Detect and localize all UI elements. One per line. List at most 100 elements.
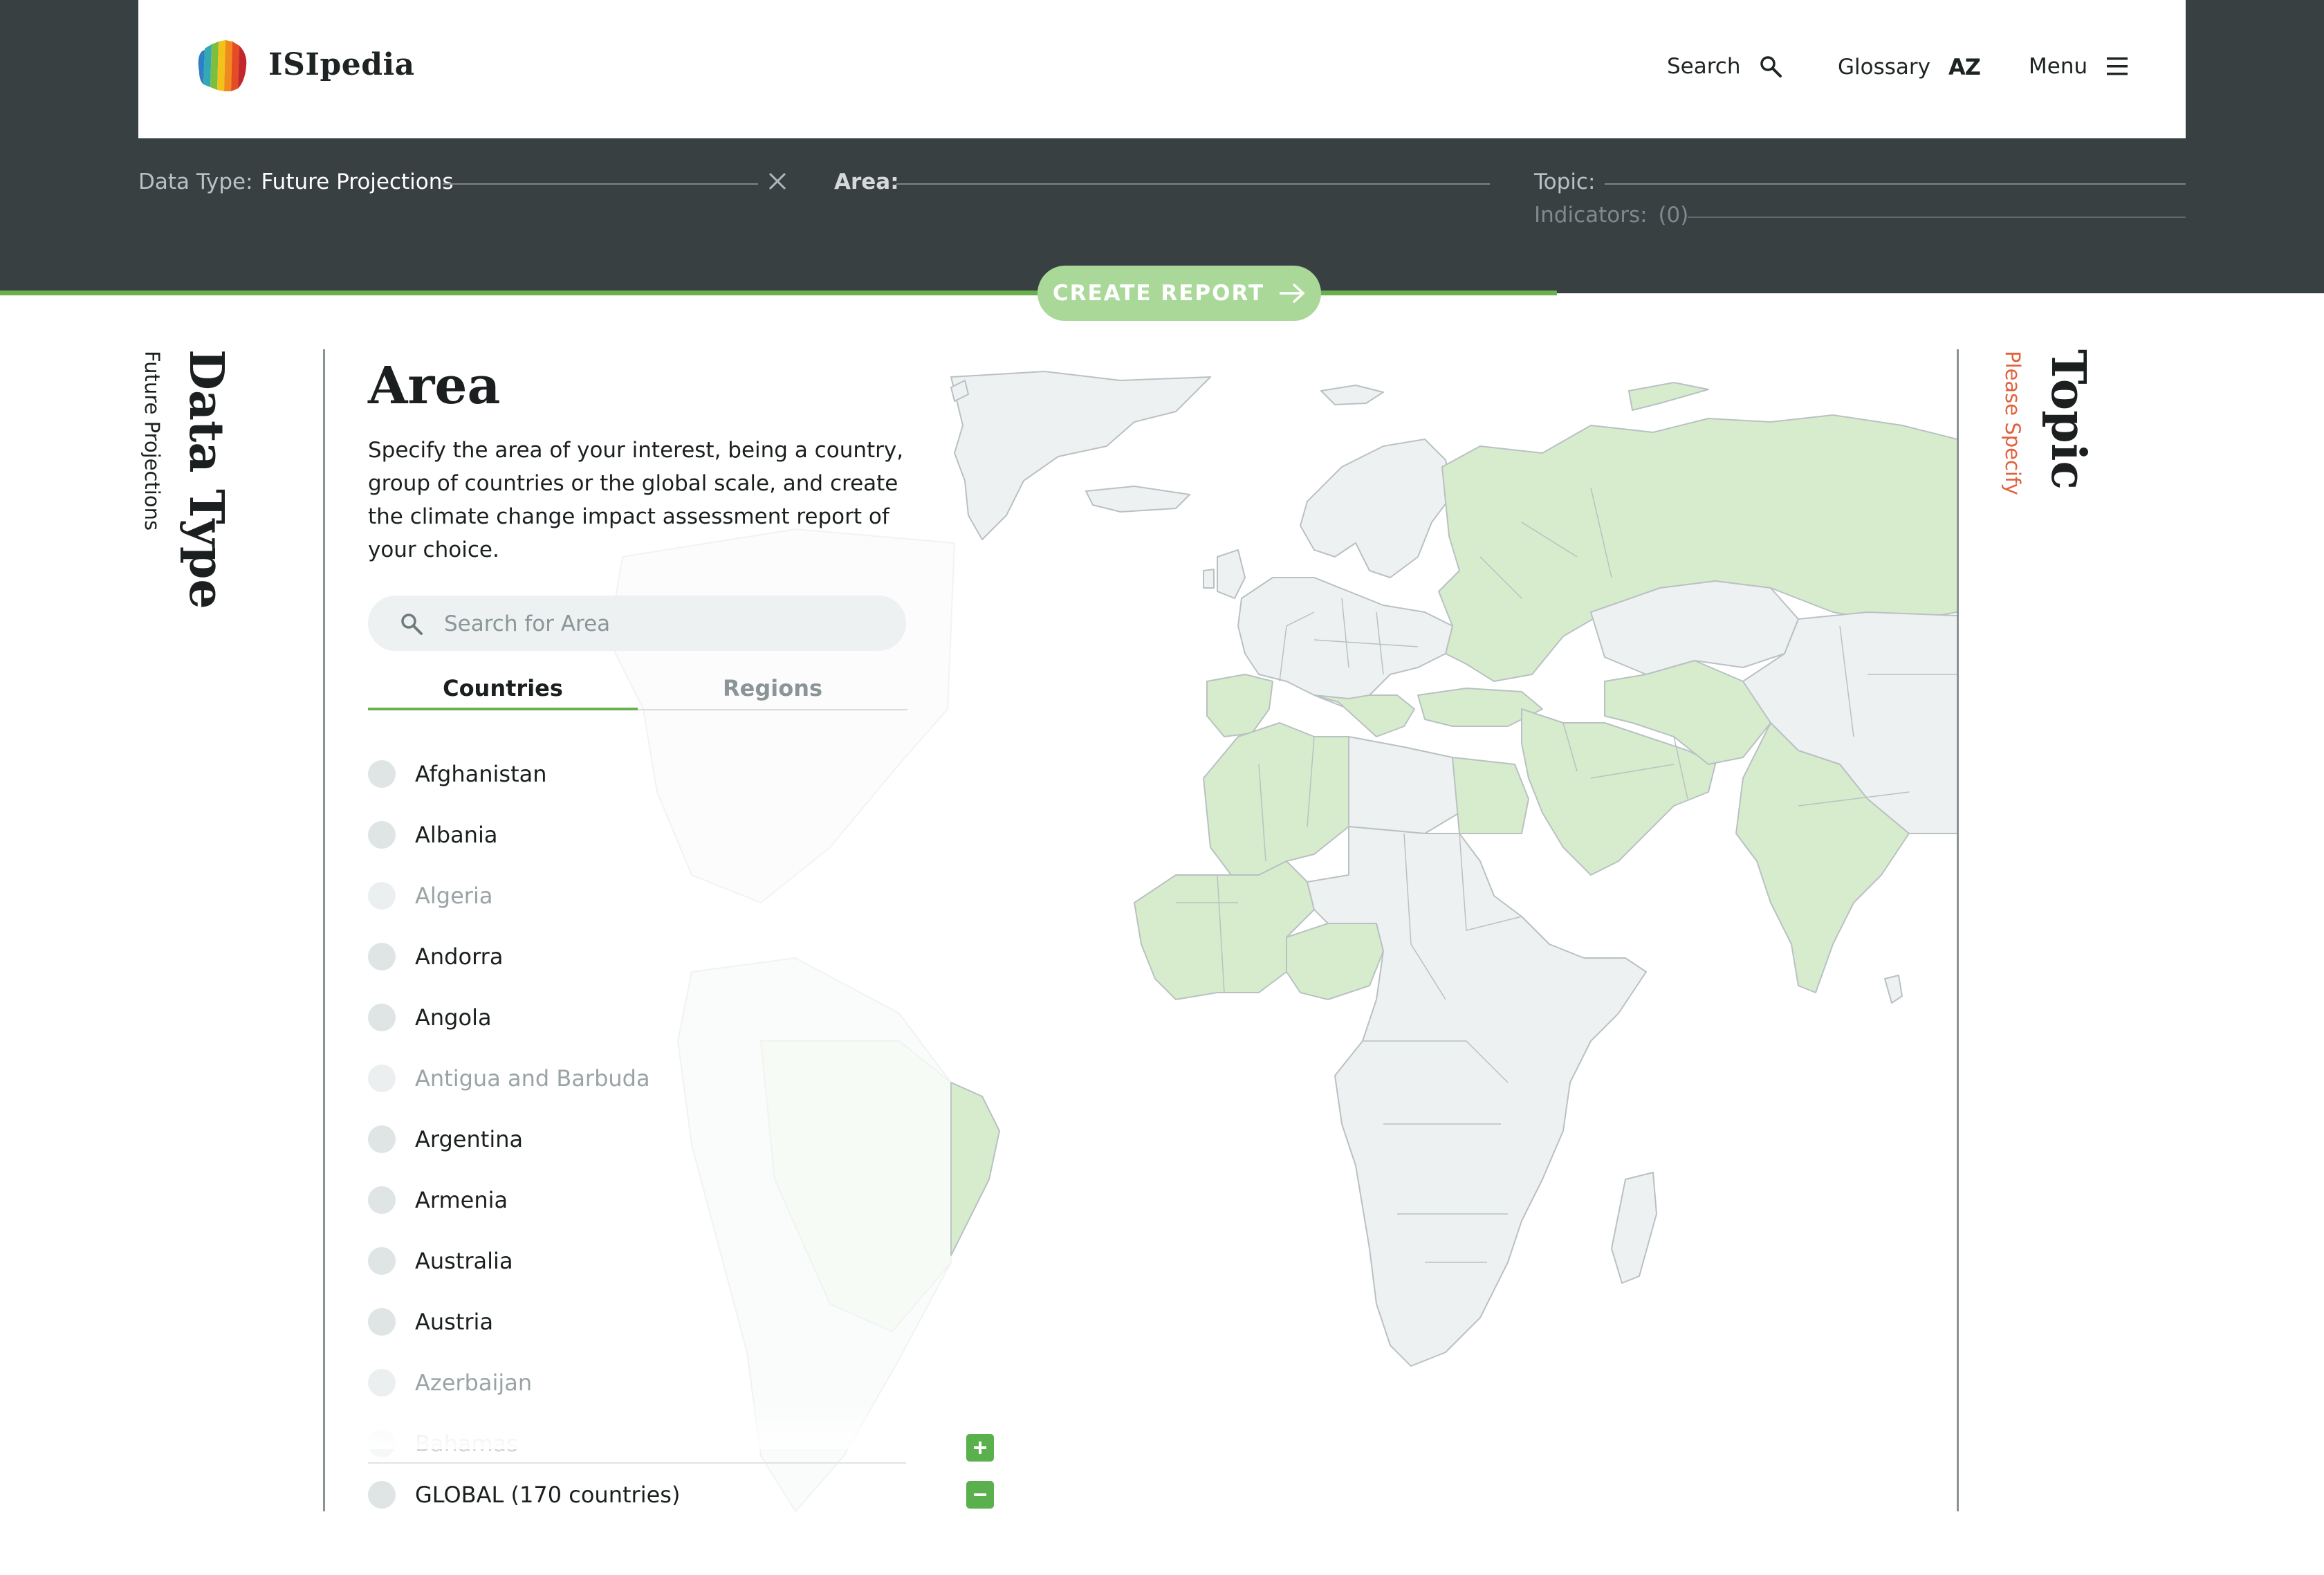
arrow-right-icon xyxy=(1280,283,1305,304)
radio-button[interactable] xyxy=(368,943,396,970)
nav-glossary-label: Glossary xyxy=(1838,55,1930,80)
nav-glossary-button[interactable]: Glossary AZ xyxy=(1838,54,1981,80)
zoom-out-button[interactable] xyxy=(966,1481,994,1509)
country-item-albania[interactable]: Albania xyxy=(368,814,497,856)
data-type-column-subtitle: Future Projections xyxy=(140,351,164,531)
country-item-algeria: Algeria xyxy=(368,875,492,917)
country-item-argentina[interactable]: Argentina xyxy=(368,1118,523,1160)
list-fade-overlay xyxy=(353,1401,934,1449)
country-label: Andorra xyxy=(415,943,504,970)
indicators-label: Indicators: xyxy=(1534,203,1648,228)
data-type-value: Future Projections xyxy=(261,169,454,194)
list-divider xyxy=(368,1462,906,1464)
filter-bar: ISIpedia Search Glossary AZ Menu Data Ty… xyxy=(0,0,2324,293)
country-label: Argentina xyxy=(415,1126,524,1152)
country-item-antigua-and-barbuda: Antigua and Barbuda xyxy=(368,1058,650,1099)
map-iceland xyxy=(1085,486,1190,513)
country-label: Algeria xyxy=(415,883,493,909)
area-filter-label[interactable]: Area: xyxy=(834,169,899,194)
map-libya xyxy=(1348,736,1460,834)
country-item-andorra[interactable]: Andorra xyxy=(368,936,503,977)
data-type-filter[interactable]: Data Type: Future Projections xyxy=(138,169,454,194)
country-item-afghanistan[interactable]: Afghanistan xyxy=(368,753,547,795)
topic-filter-label[interactable]: Topic: xyxy=(1534,169,1595,194)
radio-button[interactable] xyxy=(368,1004,396,1031)
data-type-column-title[interactable]: Data Type xyxy=(178,349,234,609)
nav-search-button[interactable]: Search xyxy=(1667,54,1782,79)
country-item-azerbaijan: Azerbaijan xyxy=(368,1362,532,1403)
indicators-filter[interactable]: Indicators: (0) xyxy=(1534,203,1688,228)
area-search-box[interactable] xyxy=(368,596,906,652)
topic-underline xyxy=(1605,183,2186,185)
search-icon xyxy=(401,614,423,635)
global-option[interactable]: GLOBAL (170 countries) xyxy=(368,1474,680,1516)
data-type-label: Data Type: xyxy=(138,169,253,194)
country-label: Afghanistan xyxy=(415,761,547,787)
radio-button[interactable] xyxy=(368,1125,396,1153)
radio-button[interactable] xyxy=(368,821,396,849)
nav-menu-button[interactable]: Menu xyxy=(2029,54,2129,79)
country-label: Angola xyxy=(415,1004,492,1031)
map-sri-lanka xyxy=(1884,975,1903,1004)
map-west-africa xyxy=(1134,860,1315,1000)
country-label: Azerbaijan xyxy=(415,1370,533,1396)
radio-button[interactable] xyxy=(368,1247,396,1275)
area-underline xyxy=(896,183,1490,185)
country-label: Austria xyxy=(415,1309,494,1335)
radio-button xyxy=(368,882,396,910)
topic-column-title[interactable]: Topic xyxy=(2040,349,2096,490)
radio-button xyxy=(368,1369,396,1397)
radio-button[interactable] xyxy=(368,760,396,788)
tab-regions[interactable]: Regions xyxy=(638,672,907,710)
isipedia-logo-icon[interactable] xyxy=(192,36,250,95)
map-central-africa xyxy=(1307,826,1647,1367)
nav-search-label: Search xyxy=(1667,54,1741,79)
country-label: Antigua and Barbuda xyxy=(415,1065,650,1092)
close-icon[interactable] xyxy=(765,169,790,194)
nav-menu-label: Menu xyxy=(2029,54,2088,79)
global-option-label: GLOBAL (170 countries) xyxy=(415,1482,681,1508)
map-uk xyxy=(1217,549,1246,599)
data-type-underline xyxy=(443,183,758,185)
minus-icon xyxy=(974,1493,986,1496)
tab-countries[interactable]: Countries xyxy=(368,672,638,710)
map-svalbard xyxy=(1320,385,1384,405)
brand-name[interactable]: ISIpedia xyxy=(268,47,415,82)
indicators-count: (0) xyxy=(1658,203,1689,228)
radio-button[interactable] xyxy=(368,1186,396,1214)
site-header: ISIpedia Search Glossary AZ Menu xyxy=(138,0,2186,138)
map-north-africa xyxy=(1203,722,1349,876)
map-scandinavia xyxy=(1300,439,1453,578)
map-egypt xyxy=(1452,757,1529,834)
country-item-angola[interactable]: Angola xyxy=(368,997,492,1038)
zoom-in-button[interactable] xyxy=(966,1434,994,1462)
country-label: Australia xyxy=(415,1248,513,1274)
hamburger-icon xyxy=(2105,56,2129,77)
map-novaya-zemlya xyxy=(1628,382,1709,411)
country-item-armenia[interactable]: Armenia xyxy=(368,1179,508,1221)
right-divider xyxy=(1957,349,1959,1511)
radio-button[interactable] xyxy=(368,1481,396,1509)
topic-column-subtitle: Please Specify xyxy=(2001,351,2025,495)
search-icon xyxy=(1759,55,1782,78)
create-report-label: CREATE REPORT xyxy=(1052,281,1265,306)
map-ireland xyxy=(1203,569,1215,589)
area-title: Area xyxy=(368,356,501,416)
country-label: Albania xyxy=(415,822,498,848)
indicators-underline xyxy=(1688,217,2186,218)
country-item-austria[interactable]: Austria xyxy=(368,1301,493,1343)
area-panel: Area Specify the area of your interest, … xyxy=(325,349,994,1511)
create-report-button[interactable]: CREATE REPORT xyxy=(1038,266,1321,321)
map-greenland xyxy=(950,371,1211,540)
world-map[interactable] xyxy=(0,349,1957,1511)
country-item-australia[interactable]: Australia xyxy=(368,1240,513,1282)
radio-button[interactable] xyxy=(368,1308,396,1336)
plus-icon xyxy=(974,1442,986,1454)
map-iberia xyxy=(1206,674,1273,737)
country-label: Armenia xyxy=(415,1187,508,1213)
area-description: Specify the area of your interest, being… xyxy=(368,438,904,562)
glossary-az-icon: AZ xyxy=(1948,54,1981,80)
radio-button xyxy=(368,1065,396,1092)
progress-bar xyxy=(0,291,1558,295)
area-search-input[interactable] xyxy=(443,596,888,652)
